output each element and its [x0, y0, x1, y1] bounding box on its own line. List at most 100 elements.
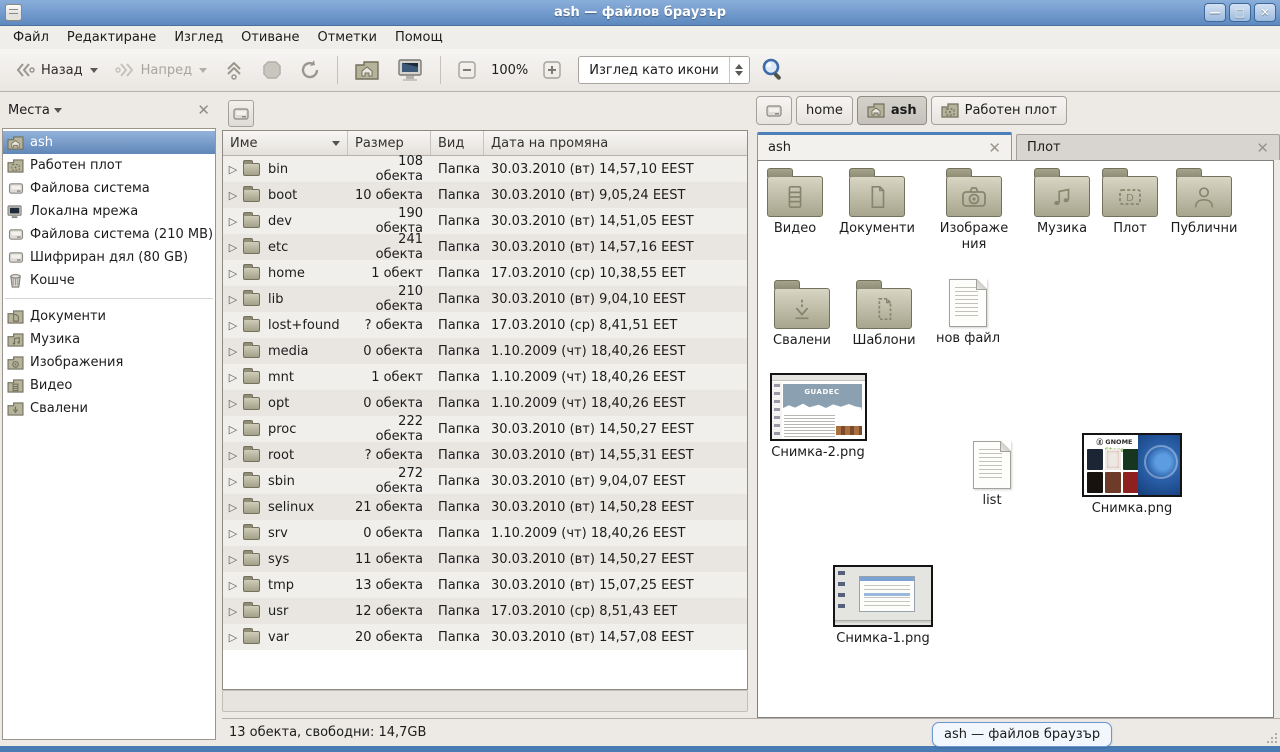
stop-button[interactable]	[255, 54, 289, 86]
expander-icon[interactable]: ▷	[223, 189, 243, 202]
table-row[interactable]: ▷dev190 обектаПапка30.03.2010 (вт) 14,51…	[223, 208, 747, 234]
expander-icon[interactable]: ▷	[223, 319, 243, 332]
column-header-size[interactable]: Размер	[348, 131, 431, 155]
icon-item-templates[interactable]: Шаблони	[842, 279, 926, 349]
table-row[interactable]: ▷sbin272 обектаПапка30.03.2010 (вт) 9,04…	[223, 468, 747, 494]
breadcrumb-home[interactable]: home	[796, 96, 853, 125]
sidebar-title[interactable]: Места	[8, 103, 50, 118]
sidebar-item-изображения[interactable]: Изображения	[3, 351, 215, 374]
table-row[interactable]: ▷var20 обектаПапка30.03.2010 (вт) 14,57,…	[223, 624, 747, 650]
sidebar-item-работен-плот[interactable]: Работен плот	[3, 154, 215, 177]
table-row[interactable]: ▷lost+found? обектаПапка17.03.2010 (ср) …	[223, 312, 747, 338]
sidebar-chevron-down-icon[interactable]	[54, 108, 62, 113]
expander-icon[interactable]: ▷	[223, 553, 243, 566]
icon-item-snimka2[interactable]: GUADEC Снимка-2.png	[766, 373, 870, 461]
column-header-date[interactable]: Дата на промяна	[484, 131, 747, 155]
expander-icon[interactable]: ▷	[223, 267, 243, 280]
icon-item-public[interactable]: Публични	[1160, 167, 1248, 237]
sidebar-item-свалени[interactable]: Свалени	[3, 397, 215, 420]
resize-grip-icon[interactable]	[1266, 732, 1278, 744]
maximize-button[interactable]: □	[1229, 3, 1251, 22]
table-row[interactable]: ▷usr12 обектаПапка17.03.2010 (ср) 8,51,4…	[223, 598, 747, 624]
expander-icon[interactable]: ▷	[223, 449, 243, 462]
icon-item-video[interactable]: Видео	[754, 167, 836, 237]
expander-icon[interactable]: ▷	[223, 293, 243, 306]
tab-close-icon[interactable]: ✕	[988, 139, 1001, 157]
table-row[interactable]: ▷tmp13 обектаПапка30.03.2010 (вт) 15,07,…	[223, 572, 747, 598]
titlebar[interactable]: ash — файлов браузър — □ ✕	[0, 0, 1280, 26]
menu-help[interactable]: Помощ	[386, 28, 452, 47]
menu-edit[interactable]: Редактиране	[58, 28, 165, 47]
expander-icon[interactable]: ▷	[223, 163, 243, 176]
expander-icon[interactable]: ▷	[223, 241, 243, 254]
forward-button[interactable]: Напред	[108, 56, 213, 84]
expander-icon[interactable]: ▷	[223, 527, 243, 540]
up-button[interactable]	[217, 54, 251, 86]
forward-dropdown-icon[interactable]	[199, 68, 207, 73]
icon-item-new-file[interactable]: нов файл	[926, 279, 1010, 347]
icon-item-downloads[interactable]: Свалени	[760, 279, 844, 349]
table-row[interactable]: ▷root? обектаПапка30.03.2010 (вт) 14,55,…	[223, 442, 747, 468]
table-row[interactable]: ▷sys11 обектаПапка30.03.2010 (вт) 14,50,…	[223, 546, 747, 572]
breadcrumb-desktop[interactable]: Работен плот	[931, 96, 1067, 125]
table-row[interactable]: ▷boot10 обектаПапка30.03.2010 (вт) 9,05,…	[223, 182, 747, 208]
search-button[interactable]	[754, 52, 792, 88]
tab-ash[interactable]: ash ✕	[757, 132, 1012, 160]
expander-icon[interactable]: ▷	[223, 579, 243, 592]
back-button[interactable]: Назад	[8, 56, 104, 84]
expander-icon[interactable]: ▷	[223, 345, 243, 358]
table-row[interactable]: ▷proc222 обектаПапка30.03.2010 (вт) 14,5…	[223, 416, 747, 442]
expander-icon[interactable]: ▷	[223, 631, 243, 644]
expander-icon[interactable]: ▷	[223, 371, 243, 384]
breadcrumb-root-button[interactable]	[756, 96, 792, 125]
menu-file[interactable]: Файл	[4, 28, 58, 47]
table-row[interactable]: ▷srv0 обектаПапка1.10.2009 (чт) 18,40,26…	[223, 520, 747, 546]
reload-button[interactable]	[293, 54, 327, 86]
zoom-in-button[interactable]	[536, 55, 568, 85]
expander-icon[interactable]: ▷	[223, 423, 243, 436]
tree-root-drive-button[interactable]	[228, 100, 254, 127]
icon-item-documents[interactable]: Документи	[834, 167, 920, 237]
expander-icon[interactable]: ▷	[223, 475, 243, 488]
sidebar-close-icon[interactable]: ✕	[197, 101, 210, 119]
table-row[interactable]: ▷selinux21 обектаПапка30.03.2010 (вт) 14…	[223, 494, 747, 520]
icon-item-snimka1[interactable]: Снимка-1.png	[830, 565, 936, 647]
home-button[interactable]	[348, 54, 386, 86]
tab-plot[interactable]: Плот ✕	[1016, 134, 1280, 160]
tab-close-icon[interactable]: ✕	[1256, 139, 1269, 157]
table-row[interactable]: ▷bin108 обектаПапка30.03.2010 (вт) 14,57…	[223, 156, 747, 182]
table-row[interactable]: ▷home1 обектПапка17.03.2010 (ср) 10,38,5…	[223, 260, 747, 286]
expander-icon[interactable]: ▷	[223, 501, 243, 514]
table-row[interactable]: ▷etc241 обектаПапка30.03.2010 (вт) 14,57…	[223, 234, 747, 260]
sidebar-item-кошче[interactable]: Кошче	[3, 269, 215, 292]
icon-item-music[interactable]: Музика	[1020, 167, 1104, 237]
sidebar-item-видео[interactable]: Видео	[3, 374, 215, 397]
window-list-label[interactable]: ash — файлов браузър	[932, 722, 1112, 747]
sidebar-item-файлова-система-210-mb-[interactable]: Файлова система (210 MB)	[3, 223, 215, 246]
minimize-button[interactable]: —	[1204, 3, 1226, 22]
icon-item-pictures[interactable]: Изображения	[936, 167, 1012, 254]
table-row[interactable]: ▷opt0 обектаПапка1.10.2009 (чт) 18,40,26…	[223, 390, 747, 416]
table-row[interactable]: ▷lib210 обектаПапка30.03.2010 (вт) 9,04,…	[223, 286, 747, 312]
breadcrumb-ash[interactable]: ash	[857, 96, 927, 125]
menu-bookmarks[interactable]: Отметки	[308, 28, 385, 47]
back-dropdown-icon[interactable]	[90, 68, 98, 73]
sidebar-item-музика[interactable]: Музика	[3, 328, 215, 351]
column-header-type[interactable]: Вид	[431, 131, 484, 155]
table-row[interactable]: ▷mnt1 обектПапка1.10.2009 (чт) 18,40,26 …	[223, 364, 747, 390]
view-mode-select[interactable]: Изглед като икони	[578, 56, 750, 84]
sidebar-item-шифриран-дял-80-gb-[interactable]: Шифриран дял (80 GB)	[3, 246, 215, 269]
view-mode-spinner-icon[interactable]	[729, 57, 749, 83]
column-header-name[interactable]: Име	[223, 131, 348, 155]
icon-item-list[interactable]: list	[950, 441, 1034, 509]
sidebar-item-ash[interactable]: ash	[3, 131, 215, 154]
menu-view[interactable]: Изглед	[165, 28, 232, 47]
expander-icon[interactable]: ▷	[223, 605, 243, 618]
sidebar-item-файлова-система[interactable]: Файлова система	[3, 177, 215, 200]
close-button[interactable]: ✕	[1254, 3, 1276, 22]
icon-view[interactable]: Видео Документи Изображения Музика	[757, 160, 1274, 718]
zoom-out-button[interactable]	[451, 55, 483, 85]
computer-button[interactable]	[390, 53, 430, 87]
expander-icon[interactable]: ▷	[223, 215, 243, 228]
expander-icon[interactable]: ▷	[223, 397, 243, 410]
